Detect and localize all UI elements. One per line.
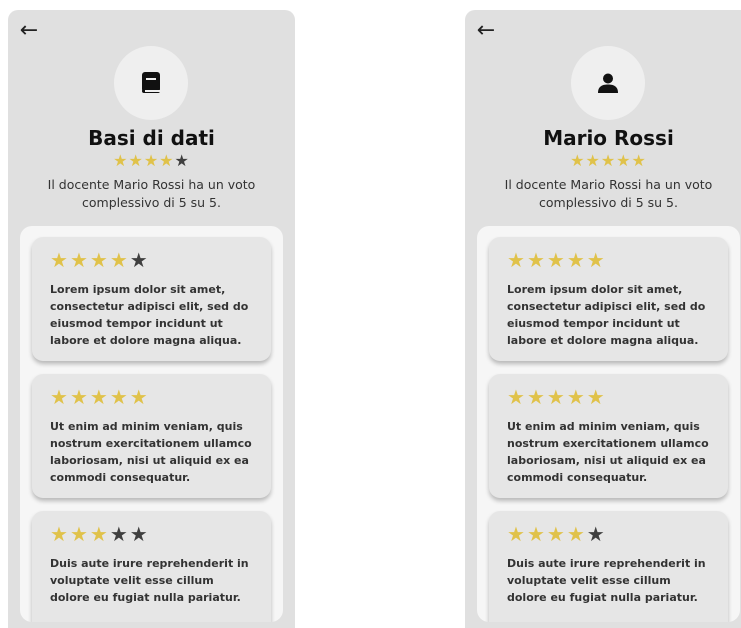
review-rating-stars: ★★★★★ xyxy=(50,521,257,547)
star-filled-icon: ★ xyxy=(50,522,70,546)
page-title: Mario Rossi xyxy=(543,126,674,150)
rating-summary: Il docente Mario Rossi ha un voto comple… xyxy=(504,177,713,210)
review-card: ★★★★★ Lorem ipsum dolor sit amet, consec… xyxy=(489,237,728,361)
review-text: Ut enim ad minim veniam, quis nostrum ex… xyxy=(507,420,709,484)
review-card: ★★★★★ Lorem ipsum dolor sit amet, consec… xyxy=(32,237,271,361)
overall-rating-stars: ★★★★★ xyxy=(465,152,741,170)
course-detail-screen: ← Basi di dati ★★★★★ Il docente Mario Ro… xyxy=(8,10,295,628)
star-filled-icon: ★ xyxy=(570,151,586,170)
review-rating-stars: ★★★★★ xyxy=(50,384,257,410)
star-filled-icon: ★ xyxy=(507,522,527,546)
star-empty-icon: ★ xyxy=(129,248,150,272)
review-rating-stars: ★★★★★ xyxy=(507,247,714,273)
star-filled-icon: ★ xyxy=(69,522,90,546)
teacher-avatar xyxy=(571,46,645,120)
star-filled-icon: ★ xyxy=(566,248,587,272)
review-text: Lorem ipsum dolor sit amet, consectetur … xyxy=(507,283,706,347)
star-filled-icon: ★ xyxy=(586,385,607,409)
star-filled-icon: ★ xyxy=(159,151,175,170)
star-empty-icon: ★ xyxy=(174,151,190,170)
star-filled-icon: ★ xyxy=(546,385,567,409)
reviews-list[interactable]: ★★★★★ Lorem ipsum dolor sit amet, consec… xyxy=(20,226,283,622)
review-card: ★★★★★ Ut enim ad minim veniam, quis nost… xyxy=(489,374,728,498)
star-filled-icon: ★ xyxy=(50,385,70,409)
star-filled-icon: ★ xyxy=(566,522,587,546)
star-filled-icon: ★ xyxy=(526,385,547,409)
review-text: Duis aute irure reprehenderit in volupta… xyxy=(507,557,706,604)
teacher-detail-screen: ← Mario Rossi ★★★★★ Il docente Mario Ros… xyxy=(465,10,741,628)
review-card: ★★★★★ Duis aute irure reprehenderit in v… xyxy=(489,511,728,622)
star-empty-icon: ★ xyxy=(109,522,130,546)
review-text: Duis aute irure reprehenderit in volupta… xyxy=(50,557,249,604)
review-card: ★★★★★ Duis aute irure reprehenderit in v… xyxy=(32,511,271,622)
star-filled-icon: ★ xyxy=(616,151,632,170)
star-filled-icon: ★ xyxy=(546,248,567,272)
star-filled-icon: ★ xyxy=(109,248,130,272)
review-rating-stars: ★★★★★ xyxy=(507,384,714,410)
review-card: ★★★★★ Ut enim ad minim veniam, quis nost… xyxy=(32,374,271,498)
star-filled-icon: ★ xyxy=(89,248,110,272)
canvas: ← Basi di dati ★★★★★ Il docente Mario Ro… xyxy=(0,0,741,628)
back-arrow-icon[interactable]: ← xyxy=(475,20,497,42)
star-filled-icon: ★ xyxy=(526,248,547,272)
star-filled-icon: ★ xyxy=(507,385,527,409)
overall-rating-stars: ★★★★★ xyxy=(8,152,295,170)
star-filled-icon: ★ xyxy=(143,151,160,170)
star-filled-icon: ★ xyxy=(69,248,90,272)
star-filled-icon: ★ xyxy=(586,248,607,272)
star-filled-icon: ★ xyxy=(526,522,547,546)
person-icon xyxy=(598,73,618,93)
review-rating-stars: ★★★★★ xyxy=(50,247,257,273)
book-icon xyxy=(142,72,160,93)
review-text: Ut enim ad minim veniam, quis nostrum ex… xyxy=(50,420,252,484)
star-filled-icon: ★ xyxy=(507,248,527,272)
star-filled-icon: ★ xyxy=(128,151,144,170)
star-filled-icon: ★ xyxy=(109,385,130,409)
star-filled-icon: ★ xyxy=(600,151,617,170)
star-filled-icon: ★ xyxy=(50,248,70,272)
star-empty-icon: ★ xyxy=(586,522,607,546)
review-text: Lorem ipsum dolor sit amet, consectetur … xyxy=(50,283,249,347)
star-filled-icon: ★ xyxy=(546,522,567,546)
star-filled-icon: ★ xyxy=(566,385,587,409)
rating-summary: Il docente Mario Rossi ha un voto comple… xyxy=(47,177,256,210)
star-filled-icon: ★ xyxy=(129,385,150,409)
star-filled-icon: ★ xyxy=(89,385,110,409)
course-avatar xyxy=(114,46,188,120)
star-empty-icon: ★ xyxy=(129,522,150,546)
star-filled-icon: ★ xyxy=(89,522,110,546)
star-filled-icon: ★ xyxy=(69,385,90,409)
reviews-list[interactable]: ★★★★★ Lorem ipsum dolor sit amet, consec… xyxy=(477,226,740,622)
review-rating-stars: ★★★★★ xyxy=(507,521,714,547)
star-filled-icon: ★ xyxy=(631,151,647,170)
page-title: Basi di dati xyxy=(88,126,215,150)
star-filled-icon: ★ xyxy=(113,151,129,170)
star-filled-icon: ★ xyxy=(585,151,601,170)
back-arrow-icon[interactable]: ← xyxy=(18,20,40,42)
